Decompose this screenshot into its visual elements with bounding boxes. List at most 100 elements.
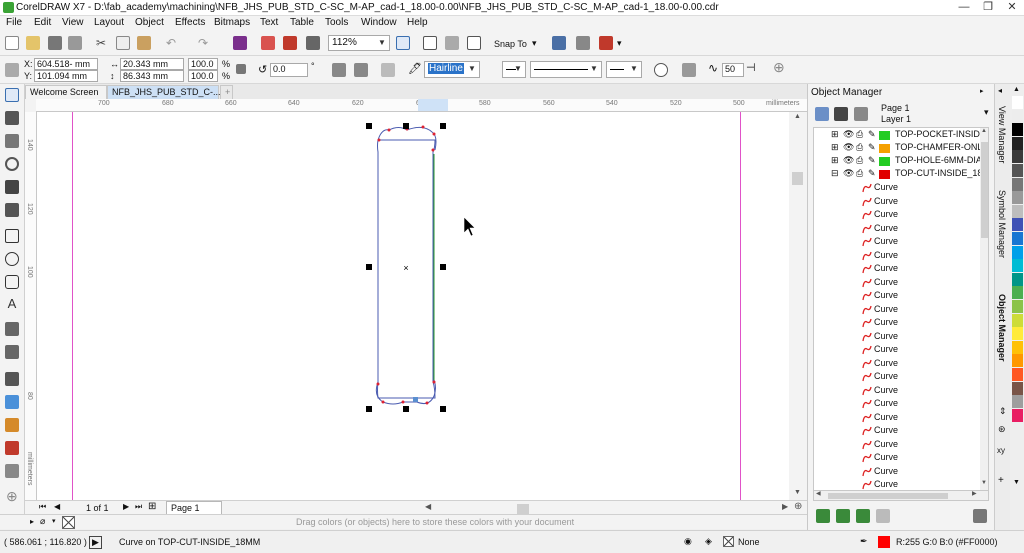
color-swatch[interactable]: [1012, 204, 1023, 218]
previous-page-icon[interactable]: ◀: [54, 502, 60, 511]
freehand-tool-icon[interactable]: [5, 180, 19, 194]
options-icon[interactable]: [576, 36, 590, 50]
interactive-fill-icon[interactable]: [5, 441, 19, 455]
fill-none-swatch[interactable]: [723, 536, 734, 547]
horizontal-scroll-thumb[interactable]: [517, 504, 529, 514]
edit-pen-icon[interactable]: ✎: [868, 129, 876, 140]
dock-pin-icon[interactable]: ⊛: [998, 424, 1006, 435]
list-item[interactable]: Curve: [814, 385, 984, 398]
vertical-scrollbar[interactable]: ▲ ▼: [789, 112, 807, 500]
menu-layout[interactable]: Layout: [94, 17, 124, 28]
maximize-button[interactable]: ❐: [976, 0, 1000, 16]
list-item[interactable]: Curve: [814, 358, 984, 371]
print-icon[interactable]: [68, 36, 82, 50]
delete-icon[interactable]: [973, 509, 987, 523]
snap-to-button[interactable]: Snap To: [494, 39, 527, 49]
width-field[interactable]: 20.343 mm: [120, 58, 184, 70]
color-swatch[interactable]: [1012, 245, 1023, 259]
page-tab-1[interactable]: Page 1: [166, 501, 222, 515]
color-swatch[interactable]: [1012, 381, 1023, 395]
close-curve-icon[interactable]: [381, 63, 395, 77]
copy-icon[interactable]: [116, 36, 130, 50]
text-tool-icon[interactable]: A: [5, 297, 19, 311]
palette-chevron-icon[interactable]: ▾: [52, 517, 56, 525]
list-item[interactable]: Curve: [814, 290, 984, 303]
vertical-ruler[interactable]: 140 120 100 80 millimeters: [25, 112, 37, 500]
line-style-select[interactable]: ▼: [530, 61, 602, 78]
y-position-field[interactable]: 101.094 mm: [34, 70, 98, 82]
rectangle-tool-icon[interactable]: [5, 229, 19, 243]
scale-height-field[interactable]: 100.0: [188, 70, 218, 82]
color-swatch[interactable]: [1012, 313, 1023, 327]
scroll-left-icon[interactable]: ◀: [816, 490, 821, 497]
object-origin-icon[interactable]: [5, 63, 19, 77]
tree-hscroll-thumb[interactable]: [828, 493, 948, 499]
zoom-tool-icon[interactable]: [5, 157, 19, 171]
eyedropper-icon[interactable]: [5, 418, 19, 432]
edit-pen-icon[interactable]: ✎: [868, 155, 876, 166]
connector-tool-icon[interactable]: [5, 345, 19, 359]
scroll-down-icon[interactable]: ▼: [981, 480, 987, 486]
tree-scroll-thumb[interactable]: [981, 142, 988, 238]
visibility-eye-icon[interactable]: 👁: [843, 168, 854, 179]
list-item[interactable]: Curve: [814, 439, 984, 452]
selection-handle[interactable]: [440, 406, 446, 412]
polygon-tool-icon[interactable]: [5, 275, 19, 289]
list-item[interactable]: Curve: [814, 371, 984, 384]
dock-arrow-icon[interactable]: ⇕: [999, 406, 1007, 417]
palette-scroll-down-icon[interactable]: ▼: [1013, 479, 1020, 486]
tab-object-manager[interactable]: Object Manager: [997, 294, 1007, 362]
publish-pdf-icon[interactable]: [306, 36, 320, 50]
menu-help[interactable]: Help: [407, 17, 428, 28]
ellipse-tool-icon[interactable]: [5, 252, 19, 266]
layer-row[interactable]: ⊞ 👁 ⎙ ✎ TOP-CHAMFER-ONL: [814, 142, 984, 155]
xy-icon[interactable]: xy: [997, 446, 1005, 455]
edit-pen-icon[interactable]: ✎: [868, 168, 876, 179]
open-icon[interactable]: [26, 36, 40, 50]
no-color-swatch[interactable]: [62, 516, 75, 529]
vertical-scroll-thumb[interactable]: [792, 172, 803, 185]
cut-icon[interactable]: ✂: [94, 36, 108, 50]
scroll-up-icon[interactable]: ▲: [794, 113, 801, 120]
start-arrowhead-select[interactable]: ▼: [502, 61, 526, 78]
full-screen-preview-icon[interactable]: [396, 36, 410, 50]
tab-document[interactable]: NFB_JHS_PUB_STD_C-...: [107, 85, 221, 99]
new-document-icon[interactable]: [5, 36, 19, 50]
smoothing-slider-icon[interactable]: ⊣: [746, 61, 756, 74]
expand-icon[interactable]: ⊞: [831, 142, 839, 153]
color-swatch[interactable]: [1012, 300, 1023, 313]
height-field[interactable]: 86.343 mm: [120, 70, 184, 82]
parallel-dimension-icon[interactable]: [5, 322, 19, 336]
selection-handle[interactable]: [366, 123, 372, 129]
scale-width-field[interactable]: 100.0: [188, 58, 218, 70]
color-swatch[interactable]: [1012, 96, 1023, 109]
add-docker-icon[interactable]: +: [998, 475, 1004, 486]
menu-window[interactable]: Window: [361, 17, 397, 28]
list-item[interactable]: Curve: [814, 425, 984, 438]
export-icon[interactable]: [283, 36, 297, 50]
layer-color-swatch[interactable]: [879, 144, 890, 153]
list-item[interactable]: Curve: [814, 452, 984, 465]
menu-tools[interactable]: Tools: [325, 17, 348, 28]
reverse-direction-icon[interactable]: [654, 63, 668, 77]
color-swatch[interactable]: [1012, 109, 1023, 123]
menu-view[interactable]: View: [62, 17, 84, 28]
close-button[interactable]: ✕: [1000, 0, 1024, 16]
menu-text[interactable]: Text: [260, 17, 278, 28]
tree-scrollbar[interactable]: ▲ ▼: [980, 128, 988, 490]
color-proof-icon[interactable]: ◉: [684, 536, 692, 547]
layer-row[interactable]: ⊟ 👁 ⎙ ✎ TOP-CUT-INSIDE_18M: [814, 168, 988, 181]
list-item[interactable]: Curve: [814, 466, 984, 479]
redo-icon[interactable]: ↷: [196, 36, 210, 50]
list-item[interactable]: Curve: [814, 223, 984, 236]
welcome-screen-icon[interactable]: [599, 36, 613, 50]
layer-row[interactable]: ⊞ 👁 ⎙ ✎ TOP-POCKET-INSIDE: [814, 129, 986, 142]
tree-horizontal-scrollbar[interactable]: ◀ ▶: [813, 491, 989, 501]
list-item[interactable]: Curve: [814, 250, 984, 263]
layer-view-icon[interactable]: [854, 107, 868, 121]
outline-color-swatch[interactable]: [878, 536, 890, 548]
transparency-tool-icon[interactable]: [5, 395, 19, 409]
color-swatch[interactable]: [1012, 408, 1023, 422]
next-page-icon[interactable]: ▶: [123, 502, 129, 511]
layer-color-swatch[interactable]: [879, 131, 890, 140]
